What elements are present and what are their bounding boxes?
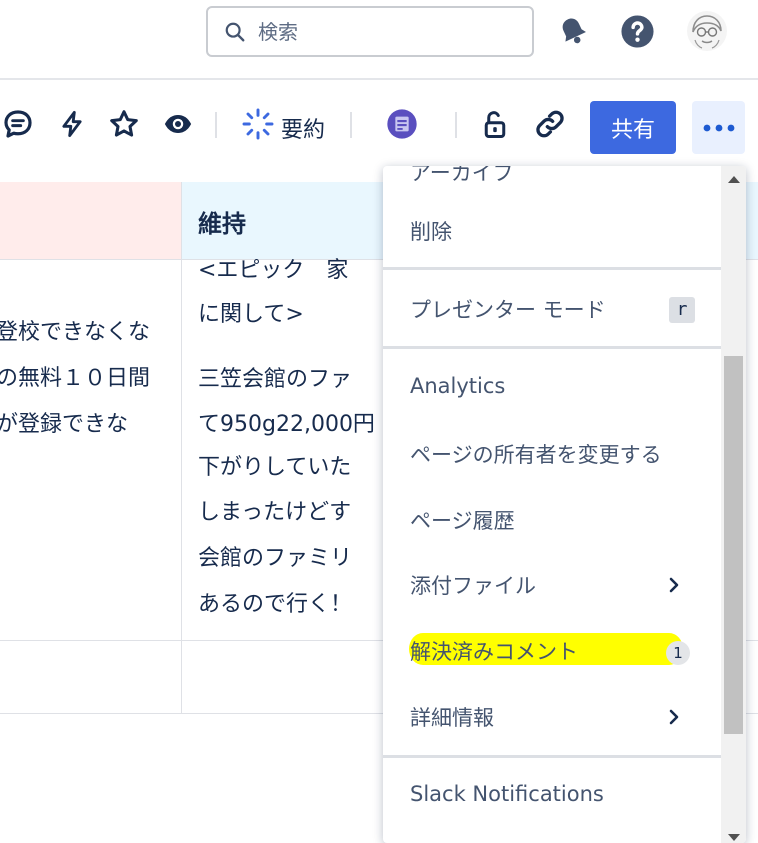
cell-text-line: あるので行く！: [198, 592, 353, 617]
more-icon: [703, 124, 734, 131]
menu-item-slack-notifications[interactable]: Slack Notifications: [383, 768, 721, 828]
link-icon: [536, 110, 564, 138]
menu-item-label: ページの所有者を変更する: [410, 443, 662, 467]
menu-divider: [383, 755, 721, 758]
star-icon: [110, 110, 138, 137]
chevron-right-icon: [669, 709, 679, 725]
bell-icon[interactable]: [556, 14, 590, 48]
scroll-up-arrow[interactable]: [728, 176, 740, 183]
column-divider: [181, 182, 182, 713]
scrollbar-thumb[interactable]: [724, 356, 743, 734]
cell-text-line: しまったけどす: [198, 500, 352, 525]
automation-button[interactable]: [54, 106, 90, 142]
menu-item-label: アーカイブ: [410, 166, 514, 185]
toolbar-divider: [215, 112, 217, 138]
cell-text-line: 下がりしていた: [198, 455, 352, 480]
menu-item-details[interactable]: 詳細情報: [383, 688, 721, 748]
toolbar-divider: [455, 112, 457, 138]
shortcut-badge: r: [669, 297, 695, 323]
lightning-icon: [62, 110, 82, 138]
watch-button[interactable]: [160, 106, 196, 142]
menu-item-label: 解決済みコメント: [410, 640, 578, 664]
scroll-down-arrow[interactable]: [728, 834, 740, 841]
chevron-right-icon: [669, 577, 679, 593]
sparkle-icon: [242, 108, 274, 140]
cell-text-line: 登校できなくな: [0, 320, 151, 345]
more-actions-menu: アーカイブ 削除 プレゼンター モード r Analytics ページの所有者を…: [383, 166, 746, 843]
restrictions-button[interactable]: [477, 106, 513, 142]
menu-scrollbar[interactable]: [721, 166, 746, 843]
avatar[interactable]: [686, 10, 728, 52]
cell-text-line: に関して>: [198, 302, 304, 327]
menu-item-label: Analytics: [410, 374, 506, 398]
menu-divider: [383, 346, 721, 349]
menu-item-attachments[interactable]: 添付ファイル: [383, 556, 721, 616]
comment-icon: [4, 110, 32, 138]
menu-item-label: ページ履歴: [410, 509, 515, 533]
app-icon: [387, 109, 417, 139]
menu-item-label: プレゼンター モード: [410, 298, 606, 322]
header-maintain: 維持: [198, 210, 246, 238]
more-actions-button[interactable]: [692, 101, 745, 154]
share-button[interactable]: 共有: [590, 101, 676, 154]
menu-item-archive[interactable]: アーカイブ: [383, 166, 721, 203]
copy-link-button[interactable]: [532, 106, 568, 142]
search-input[interactable]: [258, 18, 518, 46]
search-box[interactable]: [206, 6, 534, 57]
menu-divider: [383, 267, 721, 270]
app-button[interactable]: [384, 106, 420, 142]
menu-item-label: 削除: [410, 220, 452, 244]
toolbar-divider: [350, 112, 352, 138]
star-button[interactable]: [106, 106, 142, 142]
cell-text-line: が登録できな: [0, 412, 129, 437]
menu-item-analytics[interactable]: Analytics: [383, 360, 721, 420]
menu-item-delete[interactable]: 削除: [383, 202, 721, 262]
unlock-icon: [484, 111, 506, 138]
menu-item-change-owner[interactable]: ページの所有者を変更する: [383, 425, 721, 485]
cell-text-line: の無料１０日間: [0, 366, 151, 391]
cell-text-line: <エピック 家: [198, 258, 349, 283]
cell-text-line: 会館のファミリ: [198, 546, 353, 571]
menu-item-label: 添付ファイル: [410, 574, 536, 598]
comment-button[interactable]: [0, 106, 36, 142]
summary-label[interactable]: 要約: [281, 112, 325, 144]
help-icon[interactable]: [620, 14, 655, 49]
resolved-count-badge: 1: [666, 641, 690, 665]
menu-item-page-history[interactable]: ページ履歴: [383, 491, 721, 551]
cell-text-line: 三笠会館のファ: [198, 367, 353, 392]
menu-item-label: Slack Notifications: [410, 782, 604, 806]
top-navigation: [0, 0, 758, 80]
menu-item-label: 詳細情報: [410, 706, 494, 730]
table-header-cell: [0, 182, 181, 259]
cell-text-line: て950g22,000円: [198, 412, 375, 437]
summary-button[interactable]: [240, 106, 276, 142]
search-icon: [225, 22, 245, 42]
eye-icon: [164, 115, 192, 133]
